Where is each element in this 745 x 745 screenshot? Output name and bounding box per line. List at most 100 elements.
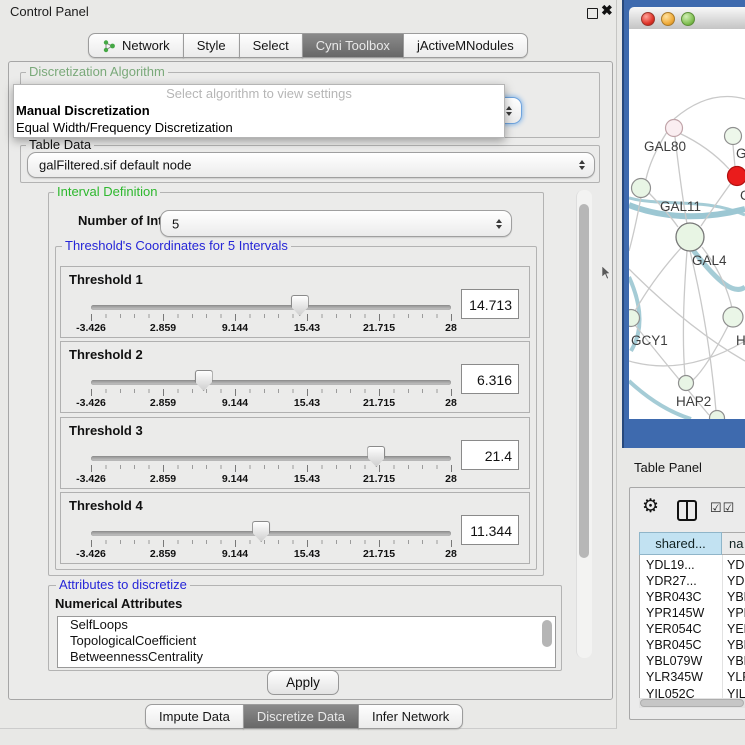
- mouse-cursor: [602, 266, 612, 280]
- threshold-2-value-field[interactable]: 6.316: [461, 364, 519, 394]
- threshold-3-slider-track[interactable]: [91, 456, 451, 461]
- network-canvas[interactable]: GAL80 GA C GAL11 GAL4 GCY1 HA HAP2: [629, 29, 745, 419]
- threshold-3-slider-thumb[interactable]: [367, 446, 385, 467]
- network-node[interactable]: [679, 376, 694, 391]
- tick-label: 28: [421, 548, 481, 560]
- table-cell[interactable]: YPR145W: [646, 606, 704, 620]
- threshold-4-value-field[interactable]: 11.344: [461, 515, 519, 545]
- thresholds-group-label: Threshold's Coordinates for 5 Intervals: [62, 239, 291, 253]
- tab-infer-network[interactable]: Infer Network: [358, 704, 463, 729]
- tick-label: 15.43: [277, 548, 337, 560]
- attributes-group-label: Attributes to discretize: [56, 578, 190, 592]
- threshold-1-value-field[interactable]: 14.713: [461, 289, 519, 319]
- table-cell[interactable]: YDL1: [727, 558, 745, 572]
- node-label-gal80: GAL80: [644, 139, 686, 154]
- tab-discretize-data[interactable]: Discretize Data: [243, 704, 359, 729]
- network-node[interactable]: [710, 411, 725, 420]
- algorithm-popup: Select algorithm to view settings Manual…: [13, 84, 505, 138]
- network-window-titlebar[interactable]: [629, 7, 745, 30]
- list-item[interactable]: BetweennessCentrality: [58, 649, 555, 665]
- bottom-tab-bar: Impute Data Discretize Data Infer Networ…: [145, 704, 463, 729]
- table-cell[interactable]: YER0: [727, 622, 745, 636]
- threshold-1-label: Threshold 1: [69, 272, 143, 287]
- combo-arrows-icon: [506, 106, 512, 116]
- window-title: Control Panel: [10, 4, 89, 19]
- close-icon[interactable]: ✖: [601, 2, 613, 19]
- popup-item-equal-width-frequency[interactable]: Equal Width/Frequency Discretization: [14, 119, 504, 136]
- list-item[interactable]: TopologicalCoefficient: [58, 633, 555, 649]
- threshold-1-slider-track[interactable]: [91, 305, 451, 310]
- table-cell[interactable]: YLR3: [727, 670, 745, 684]
- interval-definition-label: Interval Definition: [54, 185, 160, 199]
- table-cell[interactable]: YPR1: [727, 606, 745, 620]
- network-node[interactable]: [723, 307, 743, 327]
- threshold-4-block: Threshold 4 -3.426 2.859 9.144 15.43 21.…: [60, 492, 530, 564]
- list-scrollbar[interactable]: [542, 620, 552, 647]
- apply-button[interactable]: Apply: [267, 670, 339, 695]
- tab-select[interactable]: Select: [239, 33, 303, 58]
- popup-item-manual-discretization[interactable]: Manual Discretization: [14, 102, 504, 119]
- network-node[interactable]: [666, 120, 683, 137]
- tab-jactivemnodules[interactable]: jActiveMNodules: [403, 33, 528, 58]
- table-header-shared-name[interactable]: shared...: [639, 532, 722, 555]
- network-node-selected-red[interactable]: [728, 167, 745, 186]
- table-cell[interactable]: YBR0: [727, 590, 745, 604]
- numerical-attributes-list[interactable]: SelfLoops TopologicalCoefficient Between…: [57, 616, 556, 668]
- number-of-intervals-combo[interactable]: 5: [160, 210, 512, 237]
- table-cell[interactable]: YBR043C: [646, 590, 702, 604]
- tick-label: 9.144: [205, 322, 265, 334]
- table-cell[interactable]: YDR27...: [646, 574, 697, 588]
- tick-label: 9.144: [205, 397, 265, 409]
- minimize-traffic-light-icon[interactable]: [661, 12, 675, 26]
- node-label-gal11: GAL11: [660, 199, 701, 214]
- threshold-3-block: Threshold 3 -3.426 2.859 9.144 15.43 21.…: [60, 417, 530, 489]
- table-cell[interactable]: YBL079W: [646, 654, 702, 668]
- panel-scrollbar-thumb[interactable]: [579, 204, 589, 558]
- tick-label: 28: [421, 322, 481, 334]
- tick-label: 9.144: [205, 548, 265, 560]
- threshold-2-slider-thumb[interactable]: [195, 370, 213, 391]
- table-cell[interactable]: YDL19...: [646, 558, 695, 572]
- split-view-icon[interactable]: [677, 500, 697, 521]
- table-hscrollbar-thumb[interactable]: [640, 699, 744, 707]
- table-cell[interactable]: YBR0: [727, 638, 745, 652]
- table-cell[interactable]: YBL0: [727, 654, 745, 668]
- tab-network[interactable]: Network: [88, 33, 184, 58]
- threshold-3-value-field[interactable]: 21.4: [461, 440, 519, 470]
- threshold-4-slider-thumb[interactable]: [252, 521, 270, 542]
- threshold-1-slider-thumb[interactable]: [291, 295, 309, 316]
- tab-impute-data[interactable]: Impute Data: [145, 704, 244, 729]
- tab-network-label: Network: [122, 38, 170, 53]
- table-cell[interactable]: YLR345W: [646, 670, 703, 684]
- table-cell[interactable]: YDR2: [727, 574, 745, 588]
- float-window-icon[interactable]: [587, 8, 598, 19]
- top-tab-bar: Network Style Select Cyni Toolbox jActiv…: [88, 33, 528, 58]
- node-label-gal4: GAL4: [692, 253, 727, 268]
- tick-label: 2.859: [133, 322, 193, 334]
- zoom-traffic-light-icon[interactable]: [681, 12, 695, 26]
- table-cell[interactable]: YER054C: [646, 622, 702, 636]
- tick-label: 2.859: [133, 397, 193, 409]
- discretization-algorithm-label: Discretization Algorithm: [26, 65, 168, 79]
- threshold-2-slider-track[interactable]: [91, 380, 451, 385]
- network-node[interactable]: [632, 179, 651, 198]
- tick-label: 21.715: [349, 548, 409, 560]
- column-checkboxes-icon[interactable]: ☑☑: [710, 500, 735, 516]
- gear-icon[interactable]: ⚙: [642, 495, 659, 518]
- popup-placeholder-item[interactable]: Select algorithm to view settings: [14, 85, 504, 102]
- threshold-4-slider-track[interactable]: [91, 531, 451, 536]
- table-data-value: galFiltered.sif default node: [39, 158, 191, 173]
- table-cell[interactable]: YBR045C: [646, 638, 702, 652]
- close-traffic-light-icon[interactable]: [641, 12, 655, 26]
- list-item[interactable]: SelfLoops: [58, 617, 555, 633]
- table-data-combo[interactable]: galFiltered.sif default node: [27, 152, 595, 178]
- threshold-1-block: Threshold 1 -3.426 2.859 9.144 15.43 21.…: [60, 266, 530, 338]
- network-node-gal4[interactable]: [676, 223, 704, 251]
- tick-label: 28: [421, 473, 481, 485]
- network-node[interactable]: [725, 128, 742, 145]
- column-divider: [722, 555, 723, 698]
- tab-style[interactable]: Style: [183, 33, 240, 58]
- table-header-name[interactable]: na: [722, 532, 745, 555]
- tab-cyni-toolbox[interactable]: Cyni Toolbox: [302, 33, 404, 58]
- table-panel-title: Table Panel: [634, 460, 702, 475]
